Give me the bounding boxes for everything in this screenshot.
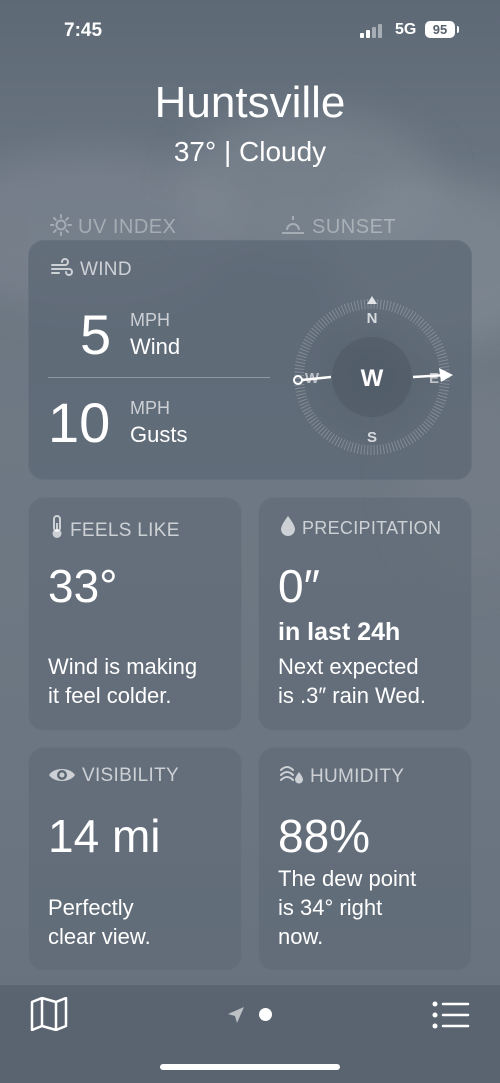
precipitation-title: PRECIPITATION (280, 515, 441, 539)
page-indicator-dot[interactable] (259, 1008, 272, 1021)
map-icon[interactable] (30, 997, 68, 1031)
eye-icon (49, 769, 75, 781)
visibility-title: VISIBILITY (48, 765, 179, 787)
uv-index-title: UV INDEX (50, 214, 176, 239)
current-conditions: 37° | Cloudy (173, 136, 327, 167)
precipitation-period: in last 24h (278, 618, 401, 646)
sun-icon (50, 214, 72, 236)
battery-level: 95 (432, 22, 448, 37)
feels-like-title: FEELS LIKE (50, 515, 180, 542)
wind-title: WIND (50, 258, 132, 281)
humidity-line3: now. (278, 924, 324, 949)
sunset-icon (282, 216, 304, 234)
visibility-line2: clear view. (48, 924, 151, 949)
compass-east: E (429, 370, 439, 387)
wind-gusts: 10 (48, 391, 111, 454)
visibility-card[interactable]: VISIBILITY 14 mi Perfectly clear view. (28, 747, 242, 971)
precipitation-line1: Next expected (278, 654, 419, 679)
compass-south: S (367, 429, 377, 446)
home-indicator[interactable] (160, 1064, 340, 1070)
status-time: 7:45 (64, 20, 103, 41)
wind-speed: 5 (80, 303, 112, 366)
cellular-signal-icon (360, 24, 386, 38)
list-icon[interactable] (432, 1001, 470, 1029)
feels-like-value: 33° (48, 560, 118, 612)
humidity-card[interactable]: HUMIDITY 88% The dew point is 34° right … (258, 747, 472, 971)
visibility-line1: Perfectly (48, 895, 134, 920)
battery-icon: 95 (425, 21, 459, 38)
wind-gusts-unit: MPH (130, 398, 170, 418)
feels-like-line1: Wind is making (48, 654, 198, 679)
location-arrow-icon[interactable] (227, 1006, 245, 1024)
visibility-value: 14 mi (48, 810, 161, 862)
feels-like-line2: it feel colder. (48, 683, 172, 708)
thermometer-icon (52, 515, 62, 538)
wind-icon (51, 258, 73, 276)
wind-compass: N S W E W (292, 296, 453, 457)
wind-gusts-label: Gusts (130, 422, 188, 447)
wind-speed-label: Wind (130, 334, 181, 359)
status-bar: 7:45 5G 95 (0, 18, 500, 46)
precipitation-value: 0″ (278, 560, 320, 612)
feels-like-card[interactable]: FEELS LIKE 33° Wind is making it feel co… (28, 497, 242, 731)
wind-card[interactable]: WIND 5 MPH Wind 10 MPH Gusts N S W E W (28, 240, 472, 480)
network-type: 5G (395, 21, 417, 38)
wind-divider (48, 377, 270, 378)
humidity-line1: The dew point (278, 866, 417, 891)
wind-speed-unit: MPH (130, 310, 170, 330)
humidity-title: HUMIDITY (280, 765, 404, 788)
humidity-icon (280, 766, 303, 784)
compass-north: N (367, 310, 378, 327)
humidity-line2: is 34° right (278, 895, 383, 920)
sunset-title: SUNSET (280, 214, 396, 239)
humidity-value: 88% (278, 810, 371, 862)
precipitation-line2: is .3″ rain Wed. (278, 683, 426, 708)
precipitation-card[interactable]: PRECIPITATION 0″ in last 24h Next expect… (258, 497, 472, 731)
droplet-icon (281, 516, 295, 536)
wind-direction: W (361, 365, 384, 392)
city-name: Huntsville (154, 78, 346, 127)
